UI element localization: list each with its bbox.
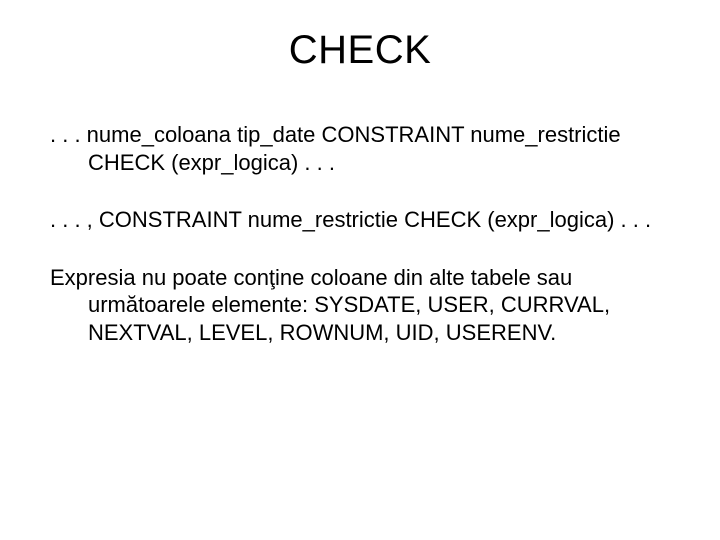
syntax-column-level: . . . nume_coloana tip_date CONSTRAINT n…: [50, 121, 670, 176]
restrictions-line3: NEXTVAL, LEVEL, ROWNUM, UID, USERENV.: [88, 320, 556, 345]
restrictions-line1: Expresia nu poate conţine coloane din al…: [50, 265, 572, 290]
slide-title: CHECK: [50, 28, 670, 73]
slide: CHECK . . . nume_coloana tip_date CONSTR…: [0, 0, 720, 540]
restrictions-paragraph: Expresia nu poate conţine coloane din al…: [50, 264, 670, 347]
syntax-column-level-line2: CHECK (expr_logica) . . .: [88, 150, 335, 175]
syntax-table-level: . . . , CONSTRAINT nume_restrictie CHECK…: [50, 206, 670, 234]
restrictions-line2: următoarele elemente: SYSDATE, USER, CUR…: [88, 292, 610, 317]
syntax-column-level-line1: . . . nume_coloana tip_date CONSTRAINT n…: [50, 122, 621, 147]
